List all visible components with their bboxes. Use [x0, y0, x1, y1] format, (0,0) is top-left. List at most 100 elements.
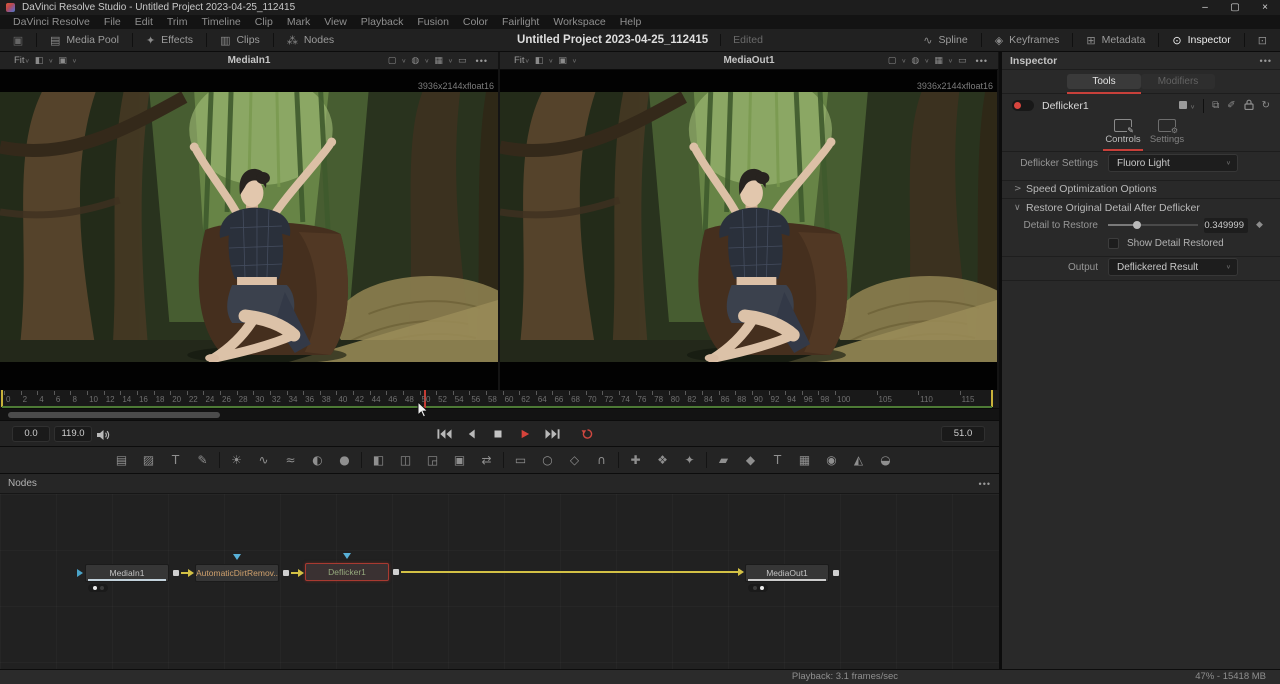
restore-detail-section[interactable]: Restore Original Detail After Deflicker	[1026, 202, 1200, 214]
menu-playback[interactable]: Playback	[354, 15, 411, 29]
external-monitor-button[interactable]: ⊡	[1245, 29, 1280, 51]
range-start-marker[interactable]	[1, 390, 3, 407]
maximize-button[interactable]: ▢	[1220, 0, 1250, 15]
timeline-scrollbar-track[interactable]	[0, 408, 999, 420]
gamut-icon[interactable]: ◍	[409, 56, 421, 66]
menu-trim[interactable]: Trim	[160, 15, 195, 29]
channel-display-icon[interactable]: ◧	[33, 56, 46, 66]
go-first-frame-button[interactable]	[435, 427, 453, 440]
play-button[interactable]	[516, 427, 534, 440]
timeline-scrollbar-thumb[interactable]	[8, 412, 220, 418]
spline-button[interactable]: ∿Spline	[910, 29, 980, 51]
roi-icon[interactable]: ▢	[886, 56, 899, 66]
reset-icon[interactable]: ↻	[1262, 100, 1270, 111]
shape-3d-tool[interactable]: ◆	[737, 453, 764, 467]
metadata-button[interactable]: ⊞Metadata	[1073, 29, 1158, 51]
merge-3d-tool[interactable]: ▦	[791, 453, 818, 467]
range-end-input[interactable]: 119.0	[54, 426, 92, 442]
polygon-mask-tool[interactable]: ◇	[561, 453, 588, 467]
close-button[interactable]: ×	[1250, 0, 1280, 15]
menu-color[interactable]: Color	[456, 15, 495, 29]
spot-light-tool[interactable]: ◭	[845, 453, 872, 467]
fast-noise-tool[interactable]: ▨	[135, 453, 162, 467]
node-mediaout1[interactable]: MediaOut1	[745, 564, 829, 582]
viewport-layout-icon[interactable]: ▣	[556, 56, 569, 66]
menu-fairlight[interactable]: Fairlight	[495, 15, 546, 29]
menu-file[interactable]: File	[97, 15, 128, 29]
range-end-marker[interactable]	[991, 390, 993, 407]
node-output-connector[interactable]	[833, 570, 839, 576]
keyframes-button[interactable]: ◈Keyframes	[982, 29, 1073, 51]
inspector-button[interactable]: ⊙Inspector	[1159, 29, 1243, 51]
node-graph[interactable]: MediaIn1AutomaticDirtRemov...Deflicker1M…	[0, 494, 999, 669]
paint-tool[interactable]: ✎	[189, 453, 216, 467]
camera-3d-tool[interactable]: ◉	[818, 453, 845, 467]
audio-mute-icon[interactable]	[96, 428, 110, 446]
ellipse-mask-tool[interactable]: ○	[534, 453, 561, 467]
tab-modifiers[interactable]: Modifiers	[1141, 74, 1215, 89]
background-tool[interactable]: ▤	[108, 453, 135, 467]
ui-layout-toggle-icon[interactable]: ▣	[0, 34, 36, 47]
fit-dropdown[interactable]: Fit∨	[500, 55, 530, 66]
inspector-menu[interactable]: •••	[1256, 56, 1280, 66]
versions-icon[interactable]: ⧉	[1212, 100, 1219, 111]
viewport-layout-icon[interactable]: ▣	[56, 56, 69, 66]
bspline-mask-tool[interactable]: ∩	[588, 453, 615, 467]
channel-display-icon[interactable]: ◧	[533, 56, 546, 66]
time-ruler[interactable]: 0246810121416182022242628303234363840424…	[0, 390, 999, 408]
merge-tool[interactable]: ◧	[365, 453, 392, 467]
effects-button[interactable]: ✦Effects	[133, 29, 206, 51]
subtab-settings[interactable]: ⚙ Settings	[1142, 119, 1192, 145]
current-frame-input[interactable]: 51.0	[941, 426, 985, 442]
media-pool-button[interactable]: ▤Media Pool	[37, 29, 132, 51]
viewer-options-menu[interactable]: •••	[972, 56, 992, 66]
menu-view[interactable]: View	[317, 15, 354, 29]
node-deflicker1[interactable]: Deflicker1	[305, 563, 389, 581]
node-output-connector[interactable]	[283, 570, 289, 576]
transform-tool[interactable]: ◫	[392, 453, 419, 467]
stop-button[interactable]	[489, 427, 507, 440]
clips-button[interactable]: ▥Clips	[207, 29, 273, 51]
nodes-button[interactable]: ⁂Nodes	[274, 29, 347, 51]
expand-arrow-icon[interactable]: ∨	[1014, 203, 1026, 213]
menu-mark[interactable]: Mark	[280, 15, 317, 29]
slider-thumb[interactable]	[1133, 221, 1141, 229]
camera-tracker-tool[interactable]: ✦	[676, 453, 703, 467]
node-output-connector[interactable]	[173, 570, 179, 576]
brightness-contrast-tool[interactable]: ◐	[304, 453, 331, 467]
resize-tool[interactable]: ◲	[419, 453, 446, 467]
rectangle-mask-tool[interactable]: ▭	[507, 453, 534, 467]
collapse-arrow-icon[interactable]: >	[1014, 184, 1026, 194]
node-output-connector[interactable]	[393, 569, 399, 575]
menu-clip[interactable]: Clip	[248, 15, 280, 29]
loop-button[interactable]	[578, 427, 596, 440]
speed-optimization-section[interactable]: Speed Optimization Options	[1026, 183, 1157, 195]
expand-icon[interactable]: ▭	[956, 56, 969, 66]
viewer-options-menu[interactable]: •••	[472, 56, 492, 66]
range-start-input[interactable]: 0.0	[12, 426, 50, 442]
left-viewer-canvas[interactable]: 3936x2144xfloat16	[0, 70, 498, 390]
roi-icon[interactable]: ▢	[386, 56, 399, 66]
hue-curves-tool[interactable]: ≈	[277, 453, 304, 467]
blur-tool[interactable]: ●	[331, 453, 358, 467]
menu-edit[interactable]: Edit	[128, 15, 160, 29]
fit-dropdown[interactable]: Fit∨	[0, 55, 30, 66]
nodes-panel-menu[interactable]: •••	[975, 479, 999, 489]
crop-tool[interactable]: ▣	[446, 453, 473, 467]
go-last-frame-button[interactable]	[543, 427, 561, 440]
lock-icon[interactable]	[1244, 99, 1254, 112]
guides-icon[interactable]: ▦	[432, 56, 445, 66]
right-viewer-canvas[interactable]: 3936x2144xfloat16	[500, 70, 997, 390]
expand-icon[interactable]: ▭	[456, 56, 469, 66]
text-3d-tool[interactable]: T	[764, 453, 791, 467]
detail-to-restore-value[interactable]: 0.349999	[1204, 218, 1248, 233]
keyframe-icon[interactable]: ◆	[1256, 220, 1263, 230]
viewer-assignment-dots[interactable]	[748, 584, 768, 592]
change-depth-tool[interactable]: ⇄	[473, 453, 500, 467]
show-detail-restored-checkbox[interactable]	[1108, 238, 1119, 249]
tracker-tool[interactable]: ✚	[622, 453, 649, 467]
menu-fusion[interactable]: Fusion	[410, 15, 456, 29]
color-curves-tool[interactable]: ∿	[250, 453, 277, 467]
image-plane-3d-tool[interactable]: ▰	[710, 453, 737, 467]
menu-timeline[interactable]: Timeline	[194, 15, 247, 29]
